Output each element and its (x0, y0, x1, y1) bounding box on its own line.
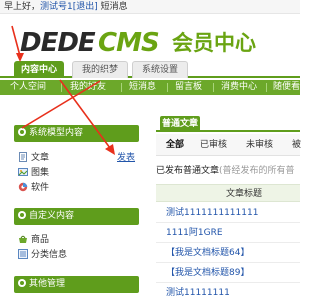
section-bullet-icon (18, 279, 26, 287)
article-title-link[interactable]: 测试1111111111111 (166, 203, 258, 223)
published-info-note: (普经发布的所有普 (219, 166, 295, 176)
section-title: 系统模型内容 (29, 128, 84, 138)
gallery-icon (18, 168, 28, 176)
logo: DEDE CMS 会员中心 (0, 14, 300, 58)
sidebar-item-label: 软件 (31, 183, 50, 193)
publish-article-link[interactable]: 发表 (117, 152, 135, 165)
username-link[interactable]: 测试号1 (40, 2, 73, 12)
section-header-other-management[interactable]: 其他管理 (14, 276, 139, 293)
article-title-link[interactable]: 测试11111111 (166, 283, 230, 300)
table-row: 【我是文档标题64】 (156, 243, 300, 263)
sub-nav-divider (167, 83, 168, 92)
section-header-system-models[interactable]: 系统模型内容 (14, 125, 139, 142)
sub-nav-messages[interactable]: 短消息 (129, 80, 156, 95)
sidebar-item-label: 分类信息 (31, 250, 68, 260)
section-title: 其他管理 (29, 279, 66, 289)
sidebar-item-goods[interactable]: 商品 (18, 234, 49, 247)
published-info: 已发布普通文章(普经发布的所有普 (156, 164, 300, 178)
logo-dede: DEDE (20, 28, 96, 58)
sub-nav-consumption[interactable]: 消费中心 (221, 80, 257, 95)
basket-icon (19, 235, 27, 243)
sidebar-item-classified[interactable]: 分类信息 (18, 249, 67, 262)
sub-nav-divider (61, 83, 62, 92)
table-row: 1111阿1GRE (156, 223, 300, 243)
sub-nav-guestbook[interactable]: 留言板 (175, 80, 202, 95)
messages-link[interactable]: 短消息 (101, 2, 128, 12)
sidebar-item-label: 文章 (31, 153, 50, 163)
sub-nav-divider (213, 83, 214, 92)
main-tabs: 内容中心 我的织梦 系统设置 (0, 58, 300, 78)
logo-subtitle: 会员中心 (172, 31, 256, 55)
section-bullet-icon (18, 128, 26, 136)
sidebar-item-label: 图集 (31, 168, 50, 178)
logo-cms: CMS (98, 28, 160, 58)
article-title-link[interactable]: 【我是文档标题89】 (166, 263, 249, 283)
tab-system-settings[interactable]: 系统设置 (132, 61, 188, 78)
top-bar: 早上好，测试号1[退出] 短消息 (0, 0, 300, 14)
table-header: 文章标题 (156, 184, 300, 202)
article-title-link[interactable]: 【我是文档标题64】 (166, 243, 249, 263)
tab-content-center[interactable]: 内容中心 (14, 61, 64, 78)
logout-link[interactable]: [退出] (73, 2, 98, 12)
tab-my-dream[interactable]: 我的织梦 (72, 61, 128, 78)
filter-approved[interactable]: 已审核 (200, 134, 227, 156)
section-bullet-icon (18, 211, 26, 219)
column-header-title: 文章标题 (226, 189, 263, 199)
software-icon (18, 182, 28, 192)
sidebar-item-label: 商品 (31, 235, 50, 245)
filter-all[interactable]: 全部 (166, 134, 184, 156)
sub-nav-personal-space[interactable]: 个人空间 (10, 80, 46, 95)
sidebar: 系统模型内容 文章 发表 图集 软件 自定义内容 商品 分类信息 其他管理 (14, 122, 139, 300)
table-row: 测试11111111 (156, 283, 300, 300)
sub-nav-divider (121, 83, 122, 92)
sub-nav-browse[interactable]: 随便看看 (273, 80, 309, 95)
table-row: 【我是文档标题89】 (156, 263, 300, 283)
sub-nav-divider (266, 83, 267, 92)
filter-rejected[interactable]: 被 (292, 134, 301, 156)
article-title-link[interactable]: 1111阿1GRE (166, 223, 223, 243)
list-icon (18, 249, 28, 259)
content-panel: 普通文章 全部 已审核 未审核 被 已发布普通文章(普经发布的所有普 文章标题 … (152, 112, 301, 300)
document-icon (19, 152, 27, 162)
sub-nav-friends[interactable]: 我的好友 (70, 80, 106, 95)
filter-row: 全部 已审核 未审核 被 (156, 134, 301, 156)
sidebar-item-gallery[interactable]: 图集 (18, 167, 49, 180)
greeting-text: 早上好， (4, 2, 41, 12)
published-info-label: 已发布普通文章 (156, 166, 220, 176)
sidebar-item-software[interactable]: 软件 (18, 182, 49, 195)
sub-nav: 个人空间 我的好友 短消息 留言板 消费中心 随便看看 (0, 80, 309, 95)
section-title: 自定义内容 (29, 211, 75, 221)
section-header-custom-content[interactable]: 自定义内容 (14, 208, 139, 225)
content-tab-bar: 普通文章 (156, 112, 300, 132)
tab-normal-article[interactable]: 普通文章 (160, 116, 200, 132)
sidebar-item-article[interactable]: 文章 (18, 152, 49, 165)
filter-unapproved[interactable]: 未审核 (246, 134, 273, 156)
table-row: 测试1111111111111 (156, 203, 300, 223)
